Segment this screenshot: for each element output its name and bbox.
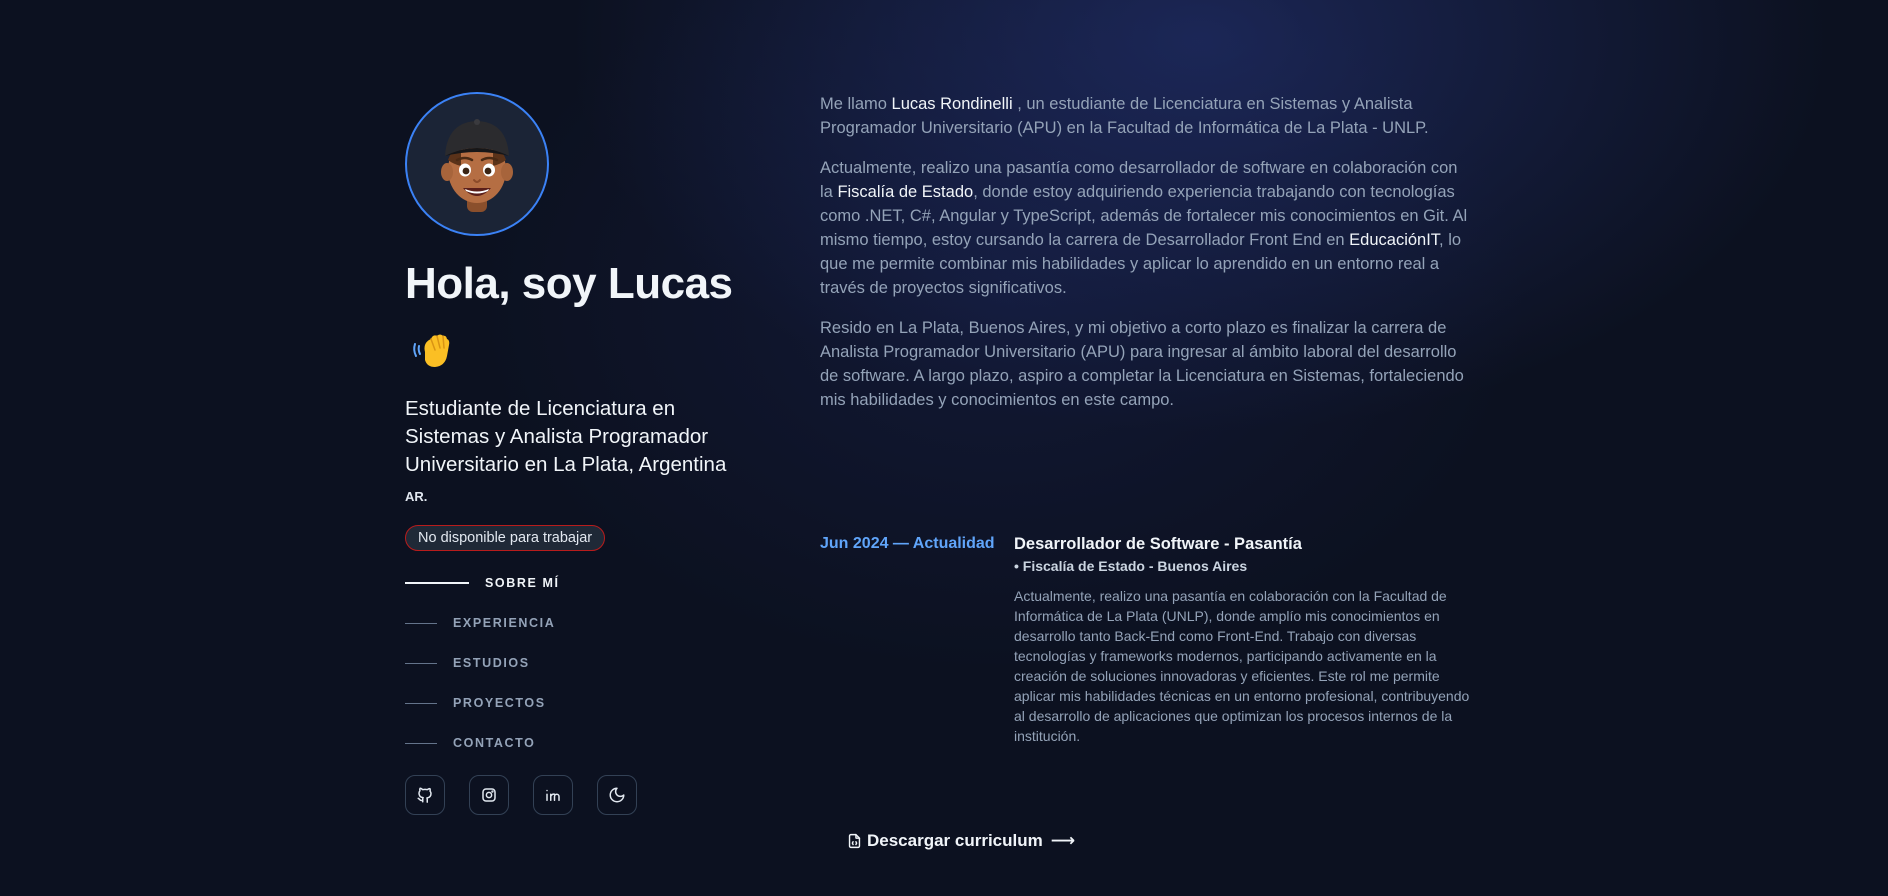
country-code: AR. — [405, 489, 428, 504]
waving-hand-icon — [413, 334, 450, 367]
about-paragraph-3: Resido en La Plata, Buenos Aires, y mi o… — [820, 319, 1464, 409]
nav-item-sobre-mi[interactable]: SOBRE MÍ — [405, 563, 765, 603]
download-cv-label: Descargar curriculum — [867, 831, 1043, 850]
nav-label: ESTUDIOS — [453, 656, 530, 670]
about-paragraph-2: Actualmente, realizo una pasantía como d… — [820, 156, 1470, 300]
nav-label: PROYECTOS — [453, 696, 546, 710]
nav-indicator — [405, 702, 437, 704]
profile-subtitle: Estudiante de Licenciatura en Sistemas y… — [405, 395, 765, 511]
nav-indicator — [405, 582, 469, 584]
nav-item-experiencia[interactable]: EXPERIENCIA — [405, 603, 765, 643]
experience-body: Desarrollador de Software - Pasantía • F… — [1014, 533, 1470, 746]
nav-indicator — [405, 662, 437, 664]
about-text: Me llamo — [820, 95, 892, 113]
experience-company: • Fiscalía de Estado - Buenos Aires — [1014, 558, 1248, 574]
social-links — [405, 775, 765, 815]
instagram-icon — [482, 788, 496, 802]
nav-indicator — [405, 742, 437, 744]
about-section: Me llamo Lucas Rondinelli , un estudiant… — [820, 92, 1470, 428]
memoji-avatar-icon — [441, 119, 513, 212]
moon-icon — [609, 787, 625, 803]
experience-description: Actualmente, realizo una pasantía en col… — [1014, 588, 1470, 744]
nav-label: SOBRE MÍ — [485, 576, 560, 590]
nav-item-estudios[interactable]: ESTUDIOS — [405, 643, 765, 683]
instagram-link[interactable] — [469, 775, 509, 815]
experience-item[interactable]: Jun 2024 — Actualidad Desarrollador de S… — [820, 533, 1470, 746]
github-icon — [417, 787, 432, 803]
status-badge: No disponible para trabajar — [405, 525, 606, 551]
highlight-educacionit: EducaciónIT — [1349, 231, 1440, 249]
profile-column: Hola, soy Lucas Estudiante de Licenciatu… — [405, 92, 765, 815]
avatar — [405, 92, 549, 236]
linkedin-link[interactable] — [533, 775, 573, 815]
profile-subtitle-text: Estudiante de Licenciatura en Sistemas y… — [405, 397, 727, 476]
page-title: Hola, soy Lucas — [405, 259, 733, 308]
github-link[interactable] — [405, 775, 445, 815]
nav-item-contacto[interactable]: CONTACTO — [405, 723, 765, 763]
experience-date: Jun 2024 — Actualidad — [820, 535, 995, 552]
nav-label: EXPERIENCIA — [453, 616, 556, 630]
nav-item-proyectos[interactable]: PROYECTOS — [405, 683, 765, 723]
theme-toggle[interactable] — [597, 775, 637, 815]
experience-title: Desarrollador de Software - Pasantía — [1014, 535, 1302, 553]
highlight-name: Lucas Rondinelli — [891, 95, 1013, 113]
nav-label: CONTACTO — [453, 736, 536, 750]
file-code-icon — [848, 833, 861, 849]
section-nav: SOBRE MÍ EXPERIENCIA ESTUDIOS PROYECTOS … — [405, 563, 765, 763]
nav-indicator — [405, 622, 437, 624]
download-cv-link[interactable]: Descargar curriculum ⟶ — [846, 831, 1075, 851]
about-paragraph-1: Me llamo Lucas Rondinelli , un estudiant… — [820, 92, 1470, 140]
linkedin-icon — [546, 789, 560, 801]
arrow-right-icon: ⟶ — [1050, 831, 1076, 850]
highlight-fiscalia: Fiscalía de Estado — [837, 183, 974, 201]
